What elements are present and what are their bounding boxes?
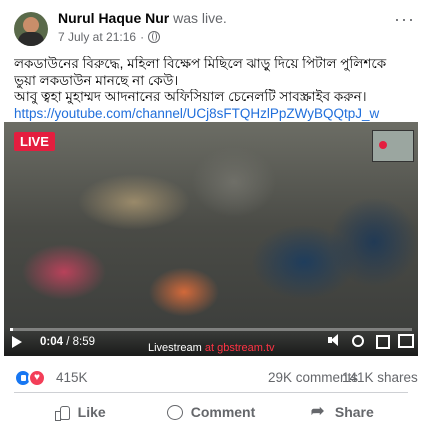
post-header: Nurul Haque Nur was live. <box>58 10 227 26</box>
post-timestamp[interactable]: 7 July at 21:16 <box>58 30 136 44</box>
like-label: Like <box>77 404 106 420</box>
video-watermark: Livestream at gbstream.tv <box>148 342 275 354</box>
time-separator: / <box>63 336 73 348</box>
progress-bar[interactable] <box>10 328 412 331</box>
live-badge: LIVE <box>14 132 55 151</box>
duration: 8:59 <box>72 336 96 348</box>
like-button[interactable]: Like <box>14 396 145 428</box>
volume-icon[interactable] <box>328 334 340 346</box>
post-link[interactable]: https://youtube.com/channel/UCj8sFTQHzlP… <box>14 106 410 123</box>
video-time: 0:04 / 8:59 <box>40 336 95 348</box>
settings-gear-icon[interactable] <box>352 335 364 347</box>
post-text-line: ভুয়া লকডাউন মানছে না কেউ। <box>14 72 179 88</box>
share-count[interactable]: 141K shares <box>342 370 418 385</box>
post-action-text: was live. <box>173 10 227 26</box>
meta-separator: · <box>140 30 145 44</box>
post-meta: 7 July at 21:16 · <box>58 30 161 44</box>
avatar-head <box>23 17 39 33</box>
watermark-site: at gbstream.tv <box>201 342 275 354</box>
actions-divider <box>14 392 408 393</box>
post-text-line: আবু ত্বহা মুহাম্মদ আদনানের অফিসিয়াল চেন… <box>14 89 367 104</box>
comment-button[interactable]: Comment <box>145 396 276 428</box>
thumbs-up-icon <box>54 404 70 421</box>
globe-icon <box>148 31 161 43</box>
watermark-text: Livestream <box>148 342 202 354</box>
avatar-body <box>18 32 44 46</box>
post-card: Nurul Haque Nur was live. 7 July at 21:1… <box>0 0 422 432</box>
share-button[interactable]: Share <box>277 396 408 428</box>
picture-in-picture-icon[interactable] <box>398 334 414 348</box>
camera-overlay-icon <box>372 130 414 162</box>
share-arrow-icon <box>311 401 327 421</box>
post-body: লকডাউনের বিরুদ্ধে, মহিলা বিক্ষেপ মিছিলে … <box>14 56 410 122</box>
video-player[interactable]: LIVE 0:04 / 8:59 Livestream at gbstream.… <box>4 122 418 356</box>
current-time: 0:04 <box>40 336 64 348</box>
progress-fill <box>10 328 13 331</box>
fullscreen-icon[interactable] <box>376 335 390 349</box>
love-reaction-icon[interactable]: ♥ <box>28 369 46 387</box>
play-icon[interactable] <box>12 336 22 348</box>
post-text-line: লকডাউনের বিরুদ্ধে, মহিলা বিক্ষেপ মিছিলে … <box>14 56 387 71</box>
author-name[interactable]: Nurul Haque Nur <box>58 10 169 26</box>
comment-label: Comment <box>190 404 256 420</box>
comment-bubble-icon <box>166 404 183 420</box>
engagement-stats: ♥ 415K 29K comments 141K shares <box>14 367 418 387</box>
share-label: Share <box>334 404 374 420</box>
avatar[interactable] <box>14 12 48 46</box>
more-horizontal-icon[interactable]: ··· <box>394 10 415 28</box>
action-bar: Like Comment Share <box>14 396 408 428</box>
video-frame <box>4 122 418 356</box>
reaction-count[interactable]: 415K <box>56 370 88 385</box>
